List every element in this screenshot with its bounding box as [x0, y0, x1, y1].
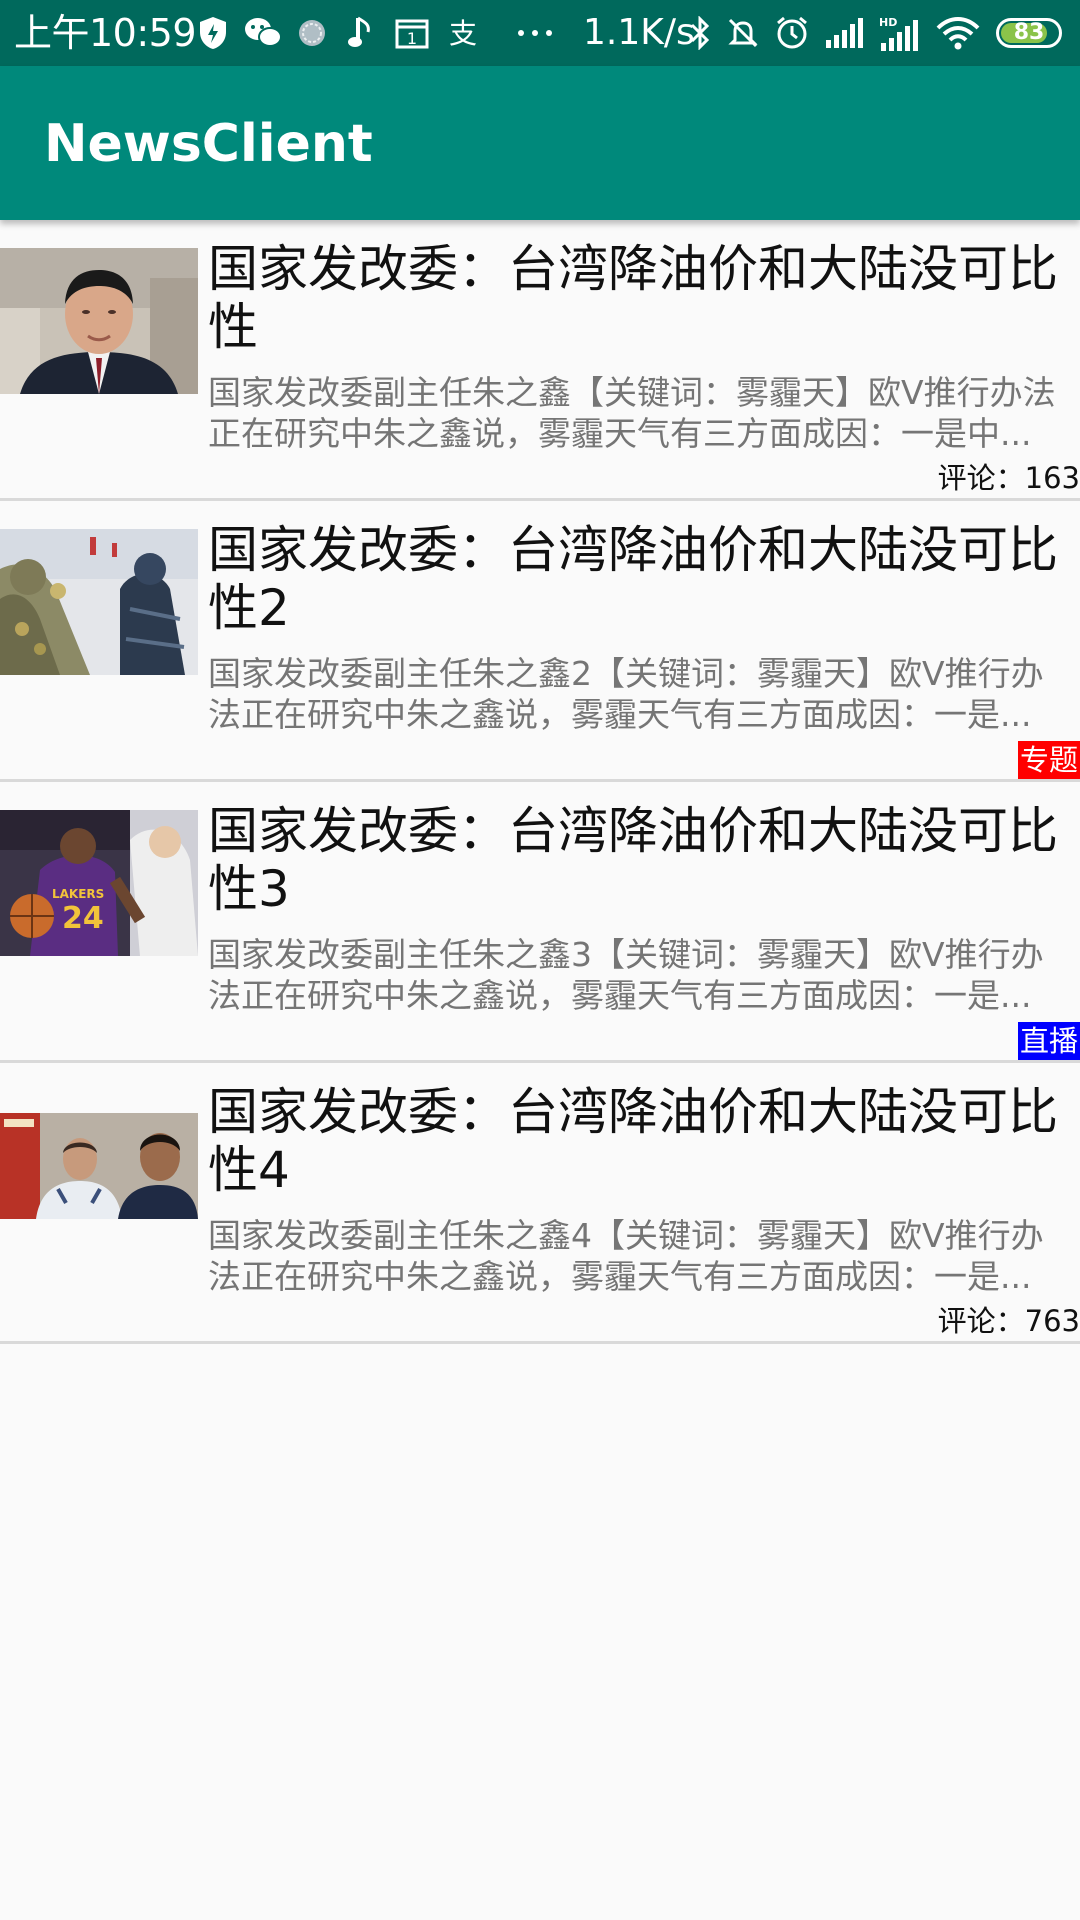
- news-title: 国家发改委：台湾降油价和大陆没可比性3: [208, 802, 1058, 918]
- app-bar: NewsClient: [0, 66, 1080, 220]
- news-list[interactable]: 国家发改委：台湾降油价和大陆没可比性 国家发改委副主任朱之鑫【关键词：雾霾天】欧…: [0, 220, 1080, 1344]
- svg-text:24: 24: [62, 901, 104, 936]
- svg-text:HD: HD: [879, 16, 897, 29]
- alarm-icon: [772, 14, 812, 52]
- svg-text:支: 支: [449, 17, 477, 49]
- network-speed: 1.1K/s: [583, 12, 695, 53]
- calendar-icon: 1: [393, 14, 431, 52]
- signal-icon: [824, 14, 866, 52]
- battery-icon: 83: [996, 18, 1062, 48]
- wechat-icon: [243, 14, 283, 52]
- news-title: 国家发改委：台湾降油价和大陆没可比性: [208, 240, 1058, 356]
- news-item[interactable]: 国家发改委：台湾降油价和大陆没可比性2 国家发改委副主任朱之鑫2【关键词：雾霾天…: [0, 501, 1080, 782]
- news-title: 国家发改委：台湾降油价和大陆没可比性4: [208, 1083, 1058, 1199]
- sync-icon: [295, 14, 329, 52]
- topic-tag: 专题: [1017, 741, 1080, 779]
- more-dots-icon: [513, 14, 557, 52]
- status-bar: 上午10:59 1 支 1.1K/s HD 83: [0, 0, 1080, 66]
- mute-bell-icon: [724, 14, 762, 52]
- comment-count: 评论：163: [937, 461, 1080, 495]
- news-summary: 国家发改委副主任朱之鑫2【关键词：雾霾天】欧V推行办法正在研究中朱之鑫说，雾霾天…: [208, 654, 1044, 734]
- news-item[interactable]: 国家发改委：台湾降油价和大陆没可比性4 国家发改委副主任朱之鑫4【关键词：雾霾天…: [0, 1063, 1080, 1344]
- news-thumbnail-portrait: [0, 248, 198, 394]
- news-thumbnail-two-men: [0, 1113, 198, 1219]
- news-title: 国家发改委：台湾降油价和大陆没可比性2: [208, 521, 1058, 637]
- news-item[interactable]: 24 LAKERS 国家发改委：台湾降油价和大陆没可比性3 国家发改委副主任朱之…: [0, 782, 1080, 1063]
- svg-text:1: 1: [407, 29, 417, 48]
- alipay-icon: 支: [443, 14, 483, 52]
- music-note-icon: [345, 14, 375, 52]
- news-thumbnail-soldiers: [0, 529, 198, 675]
- news-summary: 国家发改委副主任朱之鑫3【关键词：雾霾天】欧V推行办法正在研究中朱之鑫说，雾霾天…: [208, 935, 1044, 1015]
- hd-signal-icon: HD: [876, 14, 922, 52]
- battery-level: 83: [1013, 20, 1045, 45]
- live-tag: 直播: [1017, 1022, 1080, 1060]
- wifi-icon: [934, 14, 982, 52]
- shield-icon: [197, 14, 229, 52]
- news-summary: 国家发改委副主任朱之鑫4【关键词：雾霾天】欧V推行办法正在研究中朱之鑫说，雾霾天…: [208, 1216, 1044, 1296]
- news-summary: 国家发改委副主任朱之鑫【关键词：雾霾天】欧V推行办法正在研究中朱之鑫说，雾霾天气…: [208, 373, 1056, 453]
- news-item[interactable]: 国家发改委：台湾降油价和大陆没可比性 国家发改委副主任朱之鑫【关键词：雾霾天】欧…: [0, 220, 1080, 501]
- app-title: NewsClient: [44, 114, 373, 174]
- news-thumbnail-basketball: 24 LAKERS: [0, 810, 198, 956]
- comment-count: 评论：763: [937, 1304, 1080, 1338]
- bluetooth-icon: [686, 14, 714, 52]
- status-time: 上午10:59: [14, 11, 197, 55]
- svg-text:LAKERS: LAKERS: [52, 887, 104, 901]
